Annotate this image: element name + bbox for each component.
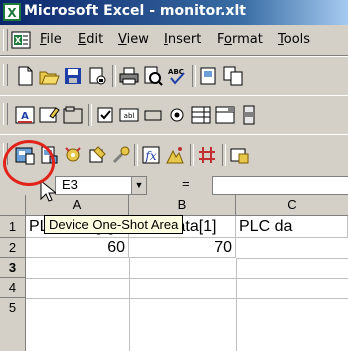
text-field-tool-icon[interactable]: abl <box>118 104 140 126</box>
cell-a4[interactable] <box>26 278 130 299</box>
row-header-3[interactable]: 3 <box>0 258 26 278</box>
cell-c3[interactable] <box>236 258 348 279</box>
row-header-5[interactable]: 5 <box>0 298 26 351</box>
save-icon[interactable] <box>62 65 84 87</box>
edit-box-icon[interactable] <box>38 104 60 126</box>
menubar-grip[interactable] <box>3 29 8 51</box>
svg-text:X: X <box>7 6 17 20</box>
menu-format[interactable]: Format <box>217 32 263 47</box>
label-tool-icon[interactable]: A <box>14 104 36 126</box>
svg-text:A: A <box>21 111 29 122</box>
title-bar: X Microsoft Excel - monitor.xlt <box>0 0 348 25</box>
wrench-icon[interactable] <box>86 144 108 166</box>
cell-c2[interactable] <box>236 238 348 259</box>
svg-text:X: X <box>15 36 22 45</box>
excel-app-icon[interactable]: X <box>3 3 21 21</box>
spelling-icon[interactable]: ABC <box>166 65 188 87</box>
excel-window: X Microsoft Excel - monitor.xlt X File E… <box>0 0 348 351</box>
menu-tools[interactable]: Tools <box>278 32 310 47</box>
option-button-icon[interactable] <box>166 104 188 126</box>
cell-b3[interactable] <box>129 258 237 279</box>
toolbar-separator <box>190 144 194 166</box>
menu-bar: X File Edit View Insert Format Tools <box>0 25 348 56</box>
copy-icon[interactable] <box>222 65 244 87</box>
cell-c4[interactable] <box>236 278 348 299</box>
toolbar-separator <box>88 104 92 126</box>
standard-toolbar: ABC <box>0 56 348 96</box>
cell-a5[interactable] <box>26 298 130 351</box>
svg-text:fx: fx <box>144 149 156 163</box>
group-box-icon[interactable] <box>62 104 84 126</box>
menu-insert[interactable]: Insert <box>164 32 201 47</box>
scroll-bar-icon[interactable] <box>238 104 260 126</box>
toolbar-grip[interactable] <box>3 64 8 86</box>
select-all-corner[interactable] <box>0 195 26 216</box>
tools-icon[interactable] <box>110 144 132 166</box>
hash-grid-icon[interactable] <box>196 144 218 166</box>
toolbar-separator <box>222 144 226 166</box>
toolbar-separator <box>192 65 196 87</box>
chevron-down-icon[interactable]: ▼ <box>131 177 146 194</box>
function-icon[interactable]: fx <box>140 144 162 166</box>
workbook-icon[interactable]: X <box>11 31 31 49</box>
tooltip: Device One-Shot Area <box>44 215 184 234</box>
toolbar-grip[interactable] <box>3 103 8 125</box>
cell-a2[interactable]: 60 <box>26 238 129 258</box>
window-title: Microsoft Excel - monitor.xlt <box>24 3 246 19</box>
highlight-circle <box>3 140 55 186</box>
new-icon[interactable] <box>14 65 36 87</box>
formula-equals[interactable]: = <box>182 176 190 191</box>
checkbox-tool-icon[interactable] <box>94 104 116 126</box>
row-header-2[interactable]: 2 <box>0 238 26 258</box>
formula-input[interactable] <box>212 176 348 195</box>
toolbar-separator <box>134 144 138 166</box>
mouse-pointer-icon <box>40 180 56 202</box>
cell-b2[interactable]: 70 <box>129 238 236 258</box>
cell-a3[interactable] <box>26 258 130 279</box>
cell-b5[interactable] <box>129 298 237 351</box>
comm-settings-icon[interactable] <box>228 144 250 166</box>
research-icon[interactable] <box>198 65 220 87</box>
name-box[interactable]: E3 ▼ <box>55 176 147 195</box>
cell-b4[interactable] <box>129 278 237 299</box>
button-tool-icon[interactable] <box>142 104 164 126</box>
toolbar-separator <box>112 65 116 87</box>
cell-c5[interactable] <box>236 298 348 351</box>
svg-text:abl: abl <box>124 112 135 120</box>
chart-wizard-icon[interactable] <box>164 144 186 166</box>
forms-toolbar: A abl <box>0 95 348 135</box>
menu-edit[interactable]: Edit <box>78 32 103 47</box>
menu-file[interactable]: File <box>40 32 62 47</box>
print-preview-icon[interactable] <box>142 65 164 87</box>
combo-box-icon[interactable] <box>214 104 236 126</box>
gear-sparkle-icon[interactable] <box>62 144 84 166</box>
open-icon[interactable] <box>38 65 60 87</box>
column-header-b[interactable]: B <box>129 195 236 216</box>
cell-c1[interactable]: PLC da <box>236 216 348 238</box>
print-icon[interactable] <box>118 65 140 87</box>
row-header-4[interactable]: 4 <box>0 278 26 298</box>
row-header-1[interactable]: 1 <box>0 216 26 238</box>
list-box-icon[interactable] <box>190 104 212 126</box>
column-header-c[interactable]: C <box>236 195 348 216</box>
name-box-value: E3 <box>62 177 78 192</box>
permission-icon[interactable] <box>86 65 108 87</box>
menu-view[interactable]: View <box>118 32 149 47</box>
